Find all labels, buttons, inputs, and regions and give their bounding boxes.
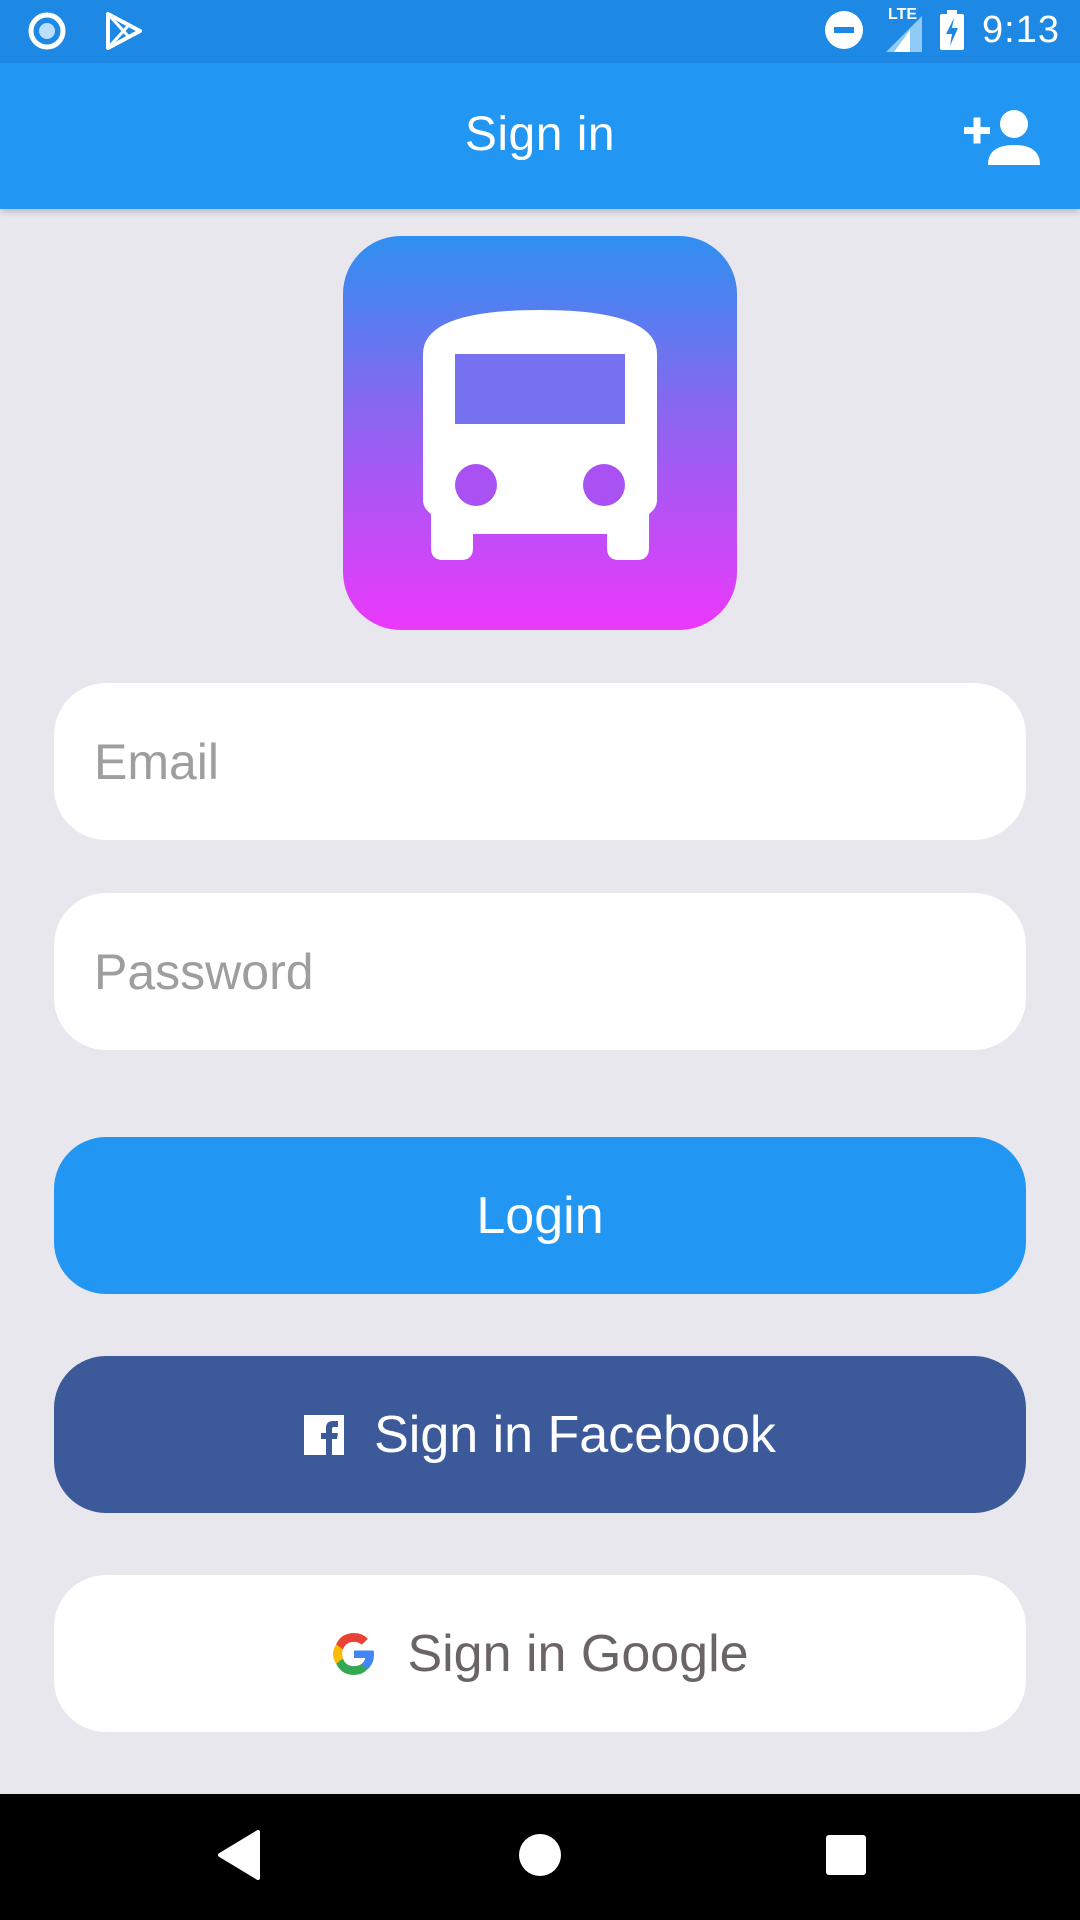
login-button[interactable]: Login — [54, 1137, 1026, 1294]
facebook-signin-button[interactable]: Sign in Facebook — [54, 1356, 1026, 1513]
add-user-button[interactable] — [964, 107, 1042, 167]
signal-icon: LTE — [882, 6, 923, 52]
battery-charging-icon — [940, 10, 965, 50]
status-right-icons: LTE 9:13 — [824, 6, 1060, 52]
app-bar: Sign in — [0, 63, 1080, 209]
email-field[interactable] — [54, 683, 1026, 840]
back-icon[interactable] — [216, 1830, 260, 1880]
google-icon — [333, 1632, 375, 1675]
page-title: Sign in — [464, 108, 616, 161]
login-label: Login — [476, 1186, 604, 1245]
password-field[interactable] — [54, 893, 1026, 1050]
facebook-icon — [304, 1414, 345, 1455]
status-left-icons — [28, 12, 142, 50]
circle-app-icon — [28, 12, 66, 50]
google-signin-button[interactable]: Sign in Google — [54, 1575, 1026, 1732]
recents-icon[interactable] — [824, 1830, 868, 1880]
app-logo — [343, 236, 737, 630]
bus-icon — [423, 310, 657, 560]
home-icon[interactable] — [518, 1830, 562, 1880]
email-input[interactable] — [94, 732, 974, 791]
facebook-label: Sign in Facebook — [374, 1405, 776, 1464]
play-store-icon — [106, 12, 142, 50]
status-bar: LTE 9:13 — [0, 0, 1080, 63]
add-user-icon — [964, 110, 1040, 165]
status-time: 9:13 — [982, 8, 1060, 51]
system-nav-bar — [0, 1794, 1080, 1920]
google-label: Sign in Google — [407, 1624, 749, 1683]
password-input[interactable] — [94, 942, 974, 1001]
do-not-disturb-icon — [825, 11, 864, 49]
